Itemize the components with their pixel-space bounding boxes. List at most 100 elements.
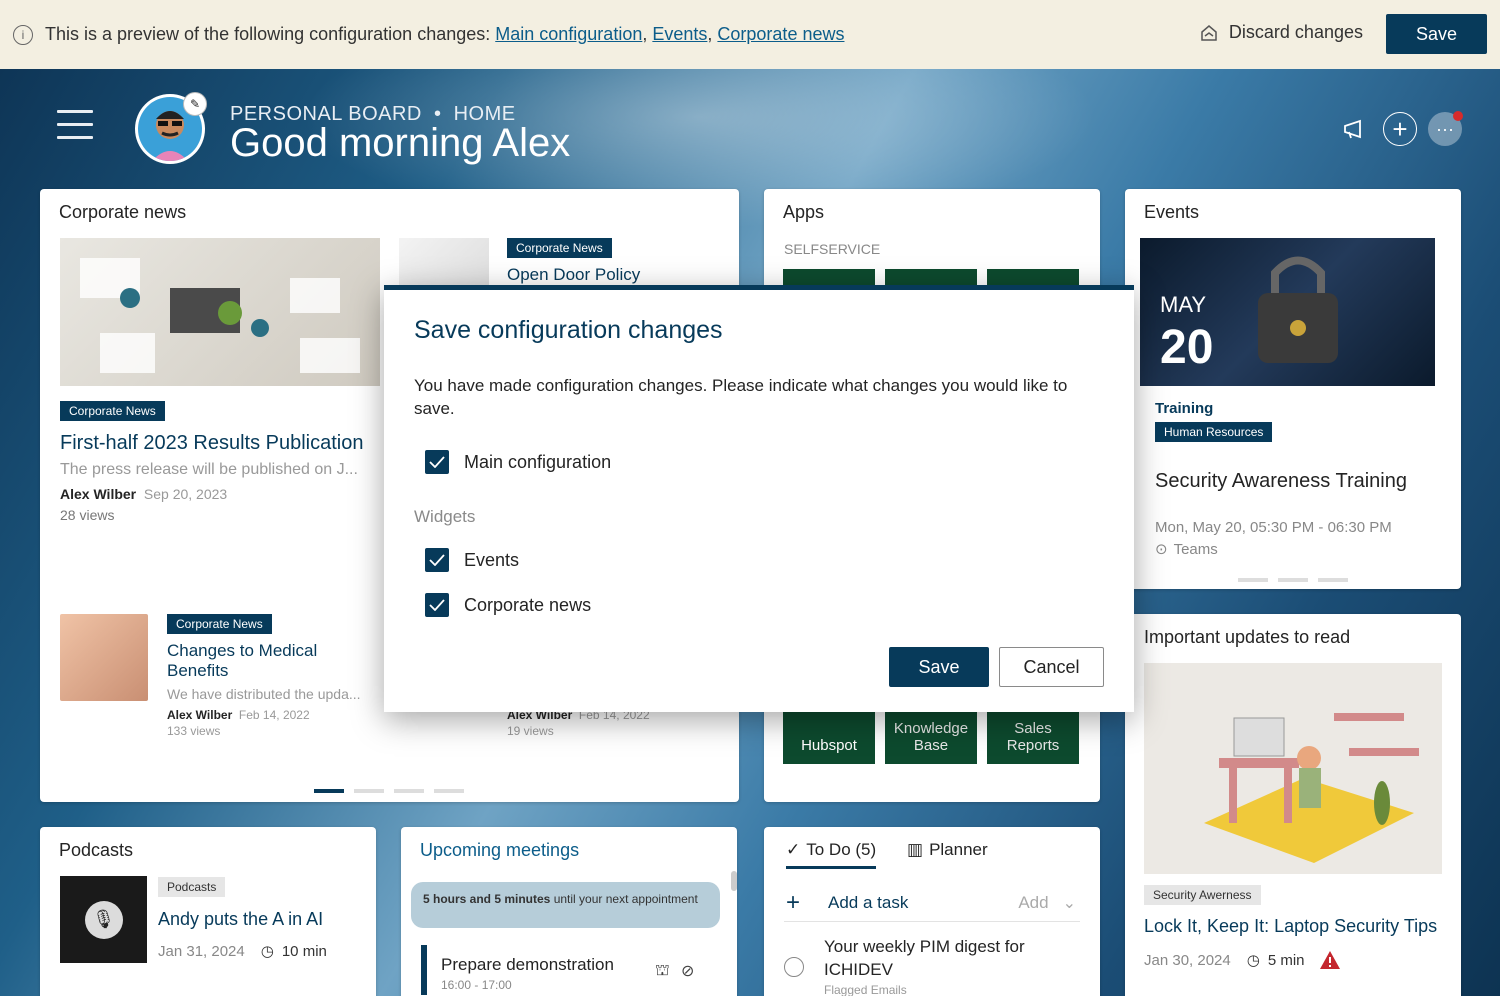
scrollbar[interactable] xyxy=(731,871,737,891)
widget-title: Podcasts xyxy=(59,840,134,860)
checkbox-main-configuration[interactable]: Main configuration xyxy=(425,450,611,474)
events-widget: Events MAY 20 Training Human Resources S… xyxy=(1125,189,1461,589)
news-date: Sep 20, 2023 xyxy=(143,486,228,502)
dialog-save-button[interactable]: Save xyxy=(889,647,989,687)
event-tag: Human Resources xyxy=(1155,422,1273,442)
news-author: Alex Wilber xyxy=(167,708,233,722)
more-options-icon[interactable]: ··· xyxy=(1428,111,1463,146)
news-tag: Corporate News xyxy=(167,614,272,634)
checkbox-checked-icon xyxy=(425,593,449,617)
pager-dot[interactable] xyxy=(434,789,464,793)
podcast-date: Jan 31, 2024 xyxy=(158,942,245,960)
news-views: 19 views xyxy=(507,724,554,738)
update-date: Jan 30, 2024 xyxy=(1144,951,1231,969)
pager-dot[interactable] xyxy=(394,789,424,793)
checkbox-events[interactable]: Events xyxy=(425,548,519,572)
news-excerpt: We have distributed the upda... xyxy=(167,686,361,702)
event-title[interactable]: Security Awareness Training xyxy=(1155,470,1407,493)
next-meeting-notice: 5 hours and 5 minutes until your next ap… xyxy=(411,882,720,928)
link-main-configuration[interactable]: Main configuration xyxy=(495,24,642,44)
widget-title: Upcoming meetings xyxy=(420,840,580,860)
check-icon: ✓ xyxy=(786,840,801,859)
dialog-cancel-button[interactable]: Cancel xyxy=(999,647,1104,687)
pager-dot[interactable] xyxy=(354,789,384,793)
task-title[interactable]: Your weekly PIM digest for ICHIDEV xyxy=(824,935,1064,981)
news-headline[interactable]: Changes to Medical Benefits xyxy=(167,641,367,681)
avatar[interactable]: ✎ xyxy=(135,92,207,164)
news-author: Alex Wilber xyxy=(60,486,137,502)
widget-title: Events xyxy=(1144,202,1200,222)
checkbox-corporate-news[interactable]: Corporate news xyxy=(425,593,591,617)
info-icon: i xyxy=(13,24,33,45)
widget-title: Corporate news xyxy=(59,202,187,222)
teams-icon[interactable]: ⛫ xyxy=(655,961,670,981)
megaphone-icon[interactable] xyxy=(1338,112,1372,146)
hamburger-menu-icon[interactable] xyxy=(57,110,93,144)
update-tag: Security Awerness xyxy=(1144,885,1261,905)
warning-icon xyxy=(1319,951,1340,969)
tab-planner[interactable]: ▥ Planner xyxy=(907,840,988,860)
discard-changes-button[interactable]: Discard changes xyxy=(1199,22,1363,43)
preview-banner: i This is a preview of the following con… xyxy=(0,0,1500,69)
clock-icon: ◷ xyxy=(1246,952,1260,969)
banner-save-button[interactable]: Save xyxy=(1386,14,1487,54)
link-corporate-news[interactable]: Corporate news xyxy=(717,24,844,44)
chevron-down-icon[interactable]: ⌄ xyxy=(1063,893,1076,913)
podcast-title[interactable]: Andy puts the A in AI xyxy=(158,909,323,930)
pager-dot[interactable] xyxy=(1238,578,1268,582)
widget-title: Important updates to read xyxy=(1144,627,1351,647)
meetings-widget: Upcoming meetings 5 hours and 5 minutes … xyxy=(401,827,737,996)
dialog-title: Save configuration changes xyxy=(414,316,723,344)
update-headline[interactable]: Lock It, Keep It: Laptop Security Tips xyxy=(1144,916,1437,937)
add-task-row[interactable]: + Add a task Add ⌄ xyxy=(784,885,1080,922)
news-tag: Corporate News xyxy=(60,401,165,421)
carousel-pager xyxy=(1238,578,1348,582)
news-excerpt: The press release will be published on J… xyxy=(60,461,358,478)
edit-avatar-icon[interactable]: ✎ xyxy=(183,92,207,116)
checkbox-checked-icon xyxy=(425,548,449,572)
news-views: 133 views xyxy=(167,724,221,738)
pager-dot[interactable] xyxy=(1318,578,1348,582)
widget-title: Apps xyxy=(783,202,825,222)
podcast-tag: Podcasts xyxy=(158,877,226,897)
dialog-description: You have made configuration changes. Ple… xyxy=(414,376,1068,418)
planner-icon: ▥ xyxy=(907,840,924,859)
meeting-title[interactable]: Prepare demonstration xyxy=(441,955,614,975)
attachment-icon[interactable]: ⊘ xyxy=(681,961,694,981)
event-image[interactable]: MAY 20 xyxy=(1140,238,1435,386)
news-image[interactable] xyxy=(60,614,148,701)
checkbox-checked-icon xyxy=(425,450,449,474)
add-task-input[interactable]: Add a task xyxy=(828,893,908,913)
news-views: 28 views xyxy=(60,507,115,523)
news-date: Feb 14, 2022 xyxy=(238,708,310,722)
update-image[interactable] xyxy=(1144,663,1442,874)
location-pin-icon: ⊙ xyxy=(1155,541,1168,558)
tab-todo[interactable]: ✓ To Do (5) xyxy=(786,840,877,869)
apps-group-label: SELFSERVICE xyxy=(784,241,881,257)
preview-message: This is a preview of the following confi… xyxy=(45,24,845,44)
pager-dot[interactable] xyxy=(1278,578,1308,582)
podcast-duration: 10 min xyxy=(281,942,327,960)
pager-dot[interactable] xyxy=(314,789,344,793)
microphone-icon: 🎙 xyxy=(84,900,123,939)
page-title: Good morning Alex xyxy=(230,121,571,165)
event-month: MAY xyxy=(1160,292,1207,317)
add-task-button[interactable]: Add xyxy=(1018,893,1048,913)
event-day: 20 xyxy=(1160,321,1214,374)
meeting-time: 16:00 - 17:00 xyxy=(441,978,512,992)
add-icon: + xyxy=(786,889,801,916)
news-headline[interactable]: First-half 2023 Results Publication xyxy=(60,432,363,455)
discard-icon xyxy=(1201,24,1217,41)
add-icon[interactable]: + xyxy=(1383,112,1417,146)
save-configuration-dialog: Save configuration changes You have made… xyxy=(384,285,1134,712)
link-events[interactable]: Events xyxy=(652,24,707,44)
event-location: Teams xyxy=(1173,540,1218,558)
task-subtitle: Flagged Emails xyxy=(824,983,907,996)
podcast-cover[interactable]: 🎙 xyxy=(60,876,147,963)
notification-dot xyxy=(1453,111,1463,121)
task-complete-checkbox[interactable] xyxy=(784,957,804,977)
clock-icon: ◷ xyxy=(260,943,274,960)
news-tag: Corporate News xyxy=(507,238,612,258)
news-image[interactable] xyxy=(60,238,380,386)
news-headline[interactable]: Open Door Policy xyxy=(507,265,640,285)
